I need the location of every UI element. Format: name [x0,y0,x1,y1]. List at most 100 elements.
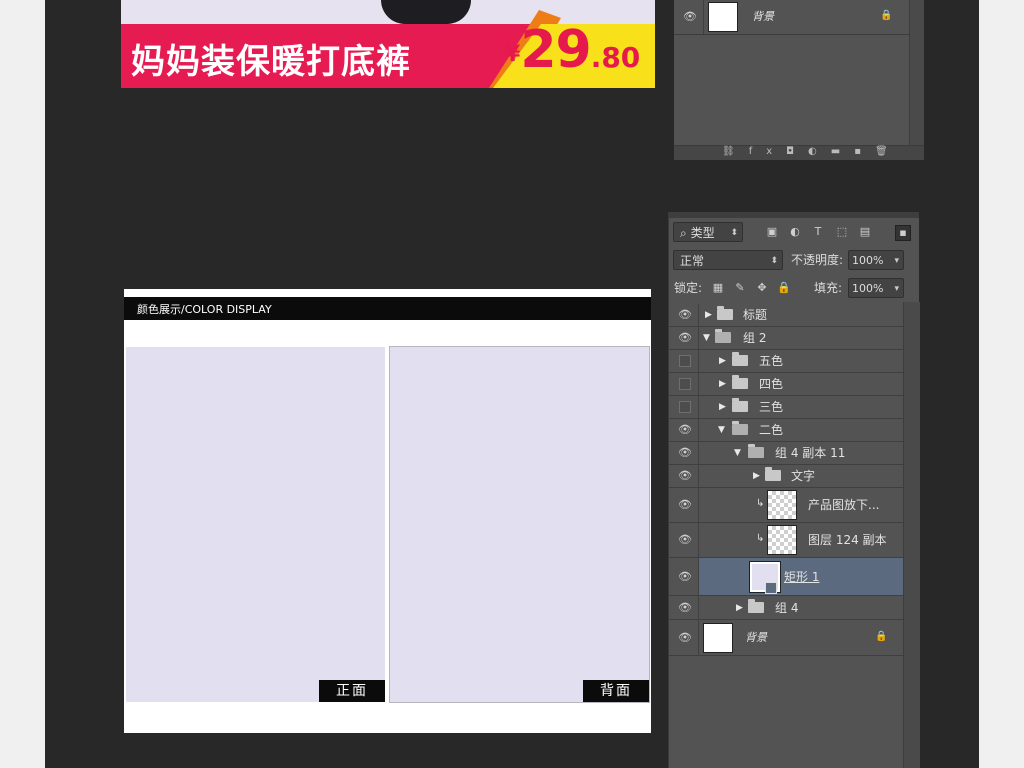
visibility-toggle[interactable] [679,401,691,413]
chevron-down-icon: ▾ [894,284,899,294]
chevron-right-icon[interactable]: ▶ [719,378,729,390]
eye-icon[interactable]: 👁 [678,570,692,583]
lock-all-icon[interactable]: 🔒 [777,281,791,295]
chevron-right-icon[interactable]: ▶ [753,470,763,482]
lock-icon: 🔒 [880,10,893,21]
layers-footer-toolbar: ⛓fx◘◐▬▪🗑 [674,145,924,160]
lock-icon: 🔒 [875,630,888,642]
chevron-right-icon[interactable]: ▶ [719,401,729,413]
left-frame [0,0,45,768]
layer-name: 矩形 1 [784,569,820,584]
clipping-mask-icon: ↳ [756,498,765,509]
folder-icon [765,467,781,481]
banner-price: ¥29.80 [505,20,640,80]
product-banner: 妈妈装保暖打底裤 ¥29.80 [121,0,655,88]
layer-name: 五色 [759,354,784,368]
vector-mask-icon [765,582,777,594]
opacity-field[interactable]: 100% ▾ [848,250,904,270]
layer-row-rectangle1[interactable]: 👁 矩形 1 [669,558,903,596]
opacity-label: 不透明度: [791,253,844,267]
layer-row-three-colors[interactable]: ▶ 三色 [669,396,903,419]
blend-mode-select[interactable]: 正常 ⬍ [673,250,783,270]
fill-field[interactable]: 100% ▾ [848,278,904,298]
eye-icon[interactable]: 👁 [678,309,692,321]
eye-icon[interactable]: 👁 [678,631,692,644]
front-swatch: 正面 [126,347,385,702]
eye-icon[interactable]: 👁 [678,601,692,614]
layer-row-background[interactable]: 👁 背景 🔒 [669,620,903,656]
layer-row-five-colors[interactable]: ▶ 五色 [669,350,903,373]
scrollbar[interactable] [903,302,920,768]
chevron-right-icon[interactable]: ▶ [719,355,729,367]
layer-thumbnail [767,525,797,555]
eye-icon[interactable]: 👁 [678,470,692,482]
back-swatch: 背面 [389,346,650,703]
opacity-value: 100% [852,254,884,267]
lock-label: 锁定: [674,281,703,295]
layer-name: 组 4 副本 11 [775,446,846,460]
eye-icon[interactable]: 👁 [678,499,692,511]
folder-open-icon [748,444,764,458]
chevron-down-icon[interactable]: ▼ [703,332,713,344]
text-filter-icon[interactable]: T [811,225,825,239]
blend-row: 正常 ⬍ 不透明度: 100% ▾ [669,246,919,274]
smart-object-filter-icon[interactable]: ▤ [858,225,872,239]
chevron-right-icon[interactable]: ▶ [736,602,746,614]
layer-name: 三色 [759,400,784,414]
layer-thumbnail [703,622,733,653]
layer-name: 文字 [791,469,816,483]
chevron-updown-icon: ⬍ [730,228,738,238]
filter-type-select[interactable]: ⌕ 类型 ⬍ [673,222,743,242]
eye-icon[interactable]: 👁 [683,11,697,23]
layer-row-group4[interactable]: 👁 ▶ 组 4 [669,596,903,620]
lock-position-icon[interactable]: ✥ [755,281,769,295]
fill-value: 100% [852,282,884,295]
adjustment-filter-icon[interactable]: ◐ [788,225,802,239]
top-layers-panel: 👁 背景 🔒 ⛓fx◘◐▬▪🗑 [674,0,924,160]
footer-icons[interactable]: ⛓fx◘◐▬▪🗑 [722,146,902,157]
folder-icon [717,306,733,320]
visibility-toggle[interactable] [679,378,691,390]
visibility-toggle[interactable] [679,355,691,367]
front-label: 正面 [319,680,385,702]
layer-row-text[interactable]: 👁 ▶ 文字 [669,465,903,488]
lock-brush-icon[interactable]: ✎ [733,281,747,295]
layer-row-title[interactable]: 👁 ▶ 标题 [669,304,903,327]
chevron-updown-icon: ⬍ [770,256,778,266]
layer-name: 背景 [752,10,774,23]
layer-row-group2[interactable]: 👁 ▼ 组 2 [669,327,903,350]
filter-toggle-icon[interactable]: ▪ [895,225,911,241]
layer-name: 标题 [743,308,768,322]
layer-name: 组 4 [775,600,799,615]
layer-row-two-colors[interactable]: 👁 ▼ 二色 [669,419,903,442]
chevron-down-icon[interactable]: ▼ [734,447,744,459]
folder-icon [748,598,764,613]
search-icon: ⌕ [680,226,687,240]
blend-mode-value: 正常 [680,254,705,268]
folder-icon [732,398,748,412]
layer-row-background[interactable]: 👁 背景 🔒 [674,0,910,35]
right-frame [979,0,1024,768]
banner-model-shape [381,0,471,24]
clipping-mask-icon: ↳ [756,533,765,544]
layers-panel: ⌕ 类型 ⬍ ▣ ◐ T ⬚ ▤ ▪ 正常 ⬍ 不透明度: 100% ▾ 锁定:… [668,212,920,768]
chevron-right-icon[interactable]: ▶ [705,309,715,321]
price-decimal: .80 [590,41,641,74]
shape-filter-icon[interactable]: ⬚ [835,225,849,239]
layer-row-layer124-copy[interactable]: 👁 ↳ 图层 124 副本 [669,523,903,558]
layer-name: 组 2 [743,331,767,345]
layer-row-product-image[interactable]: 👁 ↳ 产品图放下... [669,488,903,523]
image-filter-icon[interactable]: ▣ [765,225,779,239]
eye-icon[interactable]: 👁 [678,447,692,459]
layer-thumbnail [767,490,797,520]
eye-icon[interactable]: 👁 [678,332,692,344]
scrollbar[interactable] [909,0,924,148]
layer-row-four-colors[interactable]: ▶ 四色 [669,373,903,396]
chevron-down-icon[interactable]: ▼ [718,424,728,436]
layer-name: 四色 [759,377,784,391]
eye-icon[interactable]: 👁 [678,424,692,436]
eye-icon[interactable]: 👁 [678,534,692,546]
lock-transparency-icon[interactable]: ▦ [711,281,725,295]
back-label: 背面 [583,680,649,702]
layer-row-group4-copy11[interactable]: 👁 ▼ 组 4 副本 11 [669,442,903,465]
